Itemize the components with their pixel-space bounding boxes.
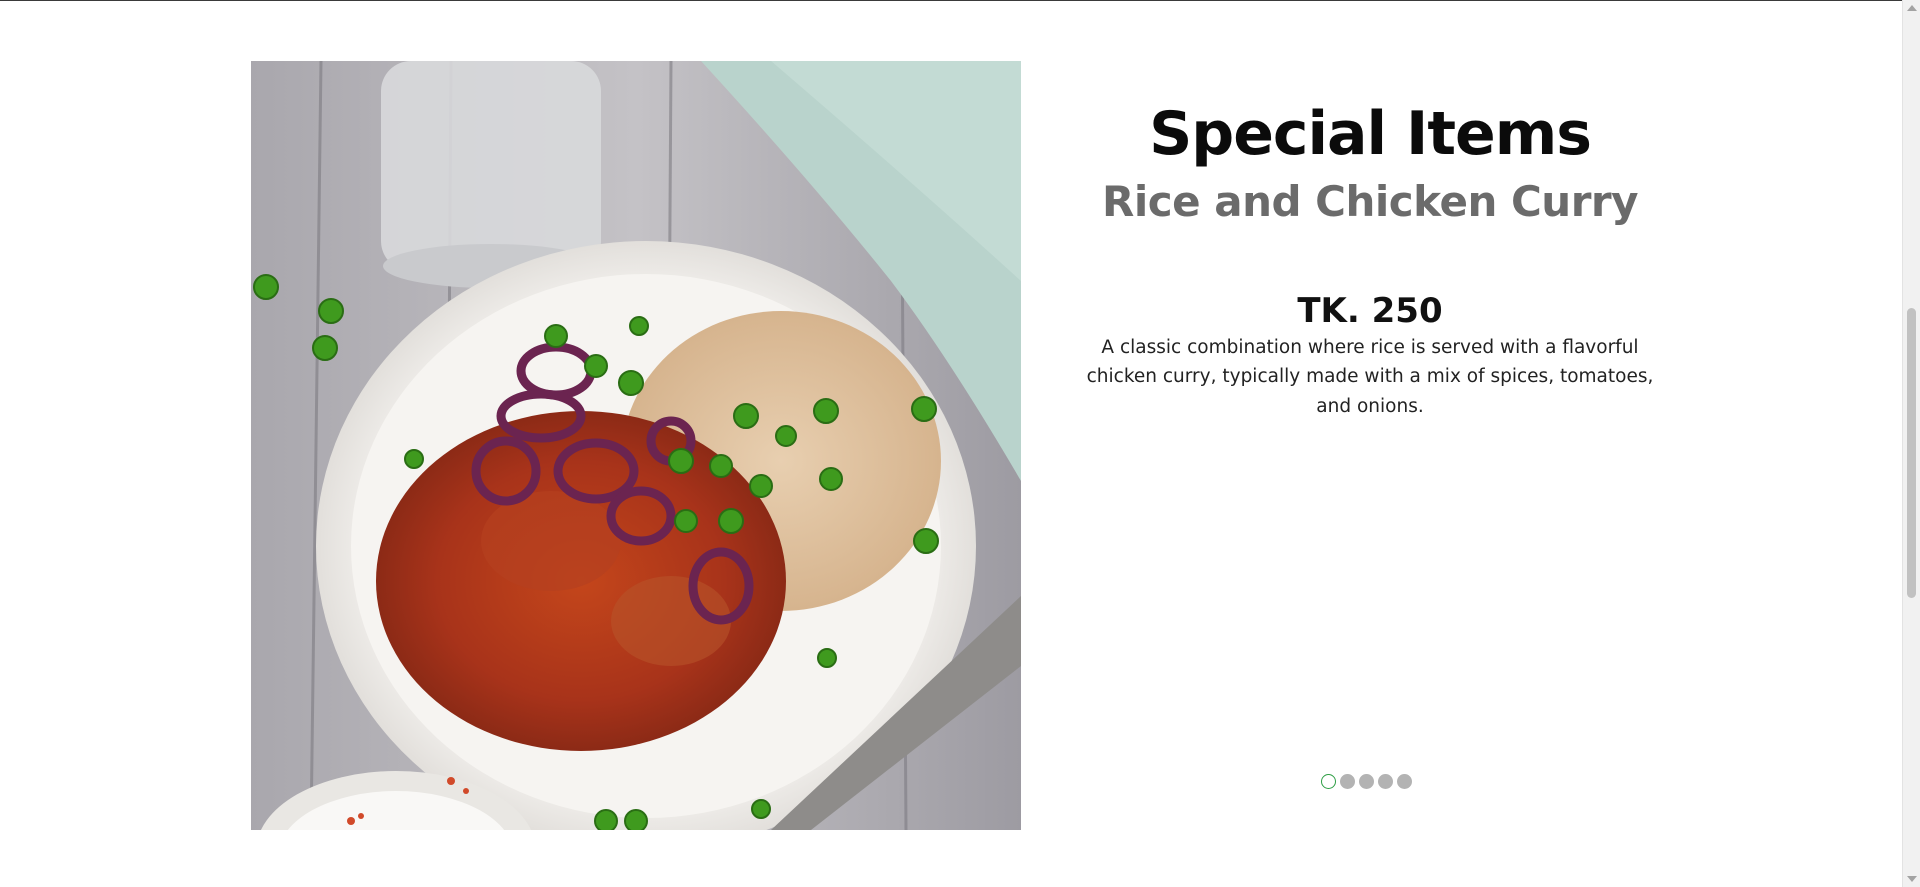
carousel-dot-2[interactable] [1340,773,1355,789]
top-border [0,0,1902,1]
carousel-dot-4[interactable] [1378,773,1393,789]
dish-image [251,61,1021,830]
item-description: A classic combination where rice is serv… [1086,336,1654,417]
carousel-dot-3[interactable] [1359,773,1374,789]
item-price: TK. 250 [1297,291,1443,332]
carousel-dot-5[interactable] [1397,773,1412,789]
scroll-up-icon[interactable] [1907,5,1917,11]
scrollbar-thumb[interactable] [1907,308,1916,598]
page: Special Items Rice and Chicken Curry TK.… [0,0,1902,887]
section-title: Special Items [1149,99,1592,169]
carousel-dot-1[interactable] [1321,773,1336,789]
vertical-scrollbar[interactable] [1902,0,1920,887]
item-name: Rice and Chicken Curry [1101,177,1639,226]
scroll-down-icon[interactable] [1907,876,1917,882]
special-item-panel: Special Items Rice and Chicken Curry TK.… [1060,100,1680,421]
carousel-pagination [1321,773,1412,789]
